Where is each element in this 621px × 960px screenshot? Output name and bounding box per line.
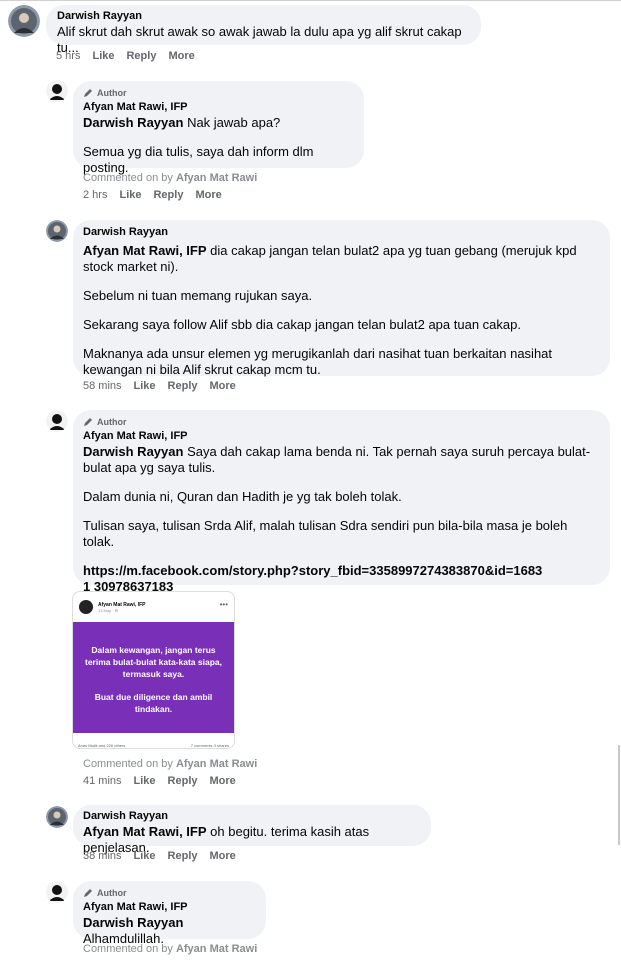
- comment-bubble-6: Author Afyan Mat Rawi, IFP Darwish Rayya…: [73, 881, 266, 946]
- comment-actions-1: 5 hrs Like Reply More: [56, 50, 195, 62]
- comment-bubble-4: Author Afyan Mat Rawi, IFP Darwish Rayya…: [73, 410, 610, 594]
- commenter-name[interactable]: Darwish Rayyan: [83, 810, 421, 822]
- pen-icon: [84, 418, 92, 426]
- timestamp[interactable]: 5 hrs: [56, 50, 80, 62]
- comment-actions-3: 58 mins Like Reply More: [83, 380, 236, 392]
- more-button[interactable]: More: [210, 775, 236, 787]
- scrollbar[interactable]: [618, 745, 620, 845]
- pen-icon: [84, 89, 92, 97]
- comment-actions-5: 38 mins Like Reply More: [83, 850, 236, 862]
- timestamp[interactable]: 58 mins: [83, 380, 122, 392]
- post-reactions: Anas Malik and 226 others: [78, 742, 126, 748]
- commenter-name[interactable]: Darwish Rayyan: [57, 10, 470, 22]
- commented-on-note: Commented on by Afyan Mat Rawi: [83, 758, 257, 770]
- comment-paragraph: Sebelum ni tuan memang rujukan saya.: [83, 288, 313, 303]
- post-line-2: Buat due diligence dan ambil tindakan.: [94, 692, 213, 714]
- author-badge: Author: [83, 888, 256, 898]
- reply-button[interactable]: Reply: [168, 850, 198, 862]
- comment-paragraph: Sekarang saya follow Alif sbb dia cakap …: [83, 317, 521, 332]
- like-button[interactable]: Like: [92, 50, 114, 62]
- comment-bubble-2: Author Afyan Mat Rawi, IFP Darwish Rayya…: [73, 81, 364, 175]
- author-badge-label: Author: [97, 88, 127, 98]
- like-button[interactable]: Like: [119, 189, 141, 201]
- reply-button[interactable]: Reply: [168, 775, 198, 787]
- more-options-icon: •••: [219, 600, 228, 609]
- avatar-afyan[interactable]: [46, 80, 68, 102]
- post-content: Dalam kewangan, jangan terus terima bula…: [73, 622, 234, 733]
- author-badge: Author: [83, 417, 600, 427]
- avatar-afyan[interactable]: [46, 881, 68, 903]
- mention[interactable]: Afyan Mat Rawi, IFP: [83, 824, 207, 839]
- more-button[interactable]: More: [210, 850, 236, 862]
- comment-body: Nak jawab apa?: [187, 115, 281, 130]
- more-button[interactable]: More: [210, 380, 236, 392]
- comment-actions-4: 41 mins Like Reply More: [83, 775, 236, 787]
- comment-bubble-1: Darwish Rayyan Alif skrut dah skrut awak…: [46, 5, 481, 55]
- commented-author[interactable]: Afyan Mat Rawi: [176, 758, 257, 770]
- author-badge-label: Author: [97, 417, 127, 427]
- avatar-afyan[interactable]: [46, 410, 68, 432]
- post-line-1: Dalam kewangan, jangan terus terima bula…: [85, 645, 222, 679]
- comment-paragraph: Maknanya ada unsur elemen yg merugikanla…: [83, 346, 553, 377]
- timestamp[interactable]: 38 mins: [83, 850, 122, 862]
- comment-bubble-3: Darwish Rayyan Afyan Mat Rawi, IFP dia c…: [73, 220, 610, 377]
- post-footer: Anas Malik and 226 others 7 comments 3 s…: [73, 733, 234, 748]
- reply-button[interactable]: Reply: [153, 189, 183, 201]
- top-divider: [0, 0, 621, 1]
- commented-prefix: Commented on by: [83, 758, 173, 770]
- commenter-name[interactable]: Afyan Mat Rawi, IFP: [83, 101, 354, 113]
- post-author: Afyan Mat Rawi, IFP: [98, 601, 146, 608]
- commented-on-note: Commented on by Afyan Mat Rawi: [83, 172, 257, 184]
- comment-text: Afyan Mat Rawi, IFP dia cakap jangan tel…: [83, 243, 600, 275]
- more-button[interactable]: More: [168, 50, 194, 62]
- mention[interactable]: Darwish Rayyan: [83, 915, 183, 930]
- author-badge: Author: [83, 88, 354, 98]
- commented-author[interactable]: Afyan Mat Rawi: [176, 943, 257, 955]
- post-avatar: [79, 600, 93, 614]
- reply-button[interactable]: Reply: [126, 50, 156, 62]
- comment-text: Darwish Rayyan Nak jawab apa?: [83, 115, 354, 131]
- mention[interactable]: Darwish Rayyan: [83, 444, 183, 459]
- shared-post-preview[interactable]: Afyan Mat Rawi, IFP 13 May · ⚙ ••• Dalam…: [72, 591, 235, 749]
- comment-text: Darwish Rayyan Saya dah cakap lama benda…: [83, 444, 600, 476]
- timestamp[interactable]: 41 mins: [83, 775, 122, 787]
- comment-actions-2: 2 hrs Like Reply More: [83, 189, 222, 201]
- commenter-name[interactable]: Darwish Rayyan: [83, 226, 600, 238]
- commenter-name[interactable]: Afyan Mat Rawi, IFP: [83, 901, 256, 913]
- comment-bubble-5: Darwish Rayyan Afyan Mat Rawi, IFP oh be…: [73, 805, 431, 855]
- avatar-darwish[interactable]: [46, 220, 68, 242]
- commenter-name[interactable]: Afyan Mat Rawi, IFP: [83, 430, 600, 442]
- pen-icon: [84, 889, 92, 897]
- avatar-darwish[interactable]: [8, 5, 40, 37]
- comment-paragraph: Dalam dunia ni, Quran dan Hadith je yg t…: [83, 489, 402, 504]
- commented-prefix: Commented on by: [83, 943, 173, 955]
- author-badge-label: Author: [97, 888, 127, 898]
- more-button[interactable]: More: [195, 189, 221, 201]
- comment-paragraph: Tulisan saya, tulisan Srda Alif, malah t…: [83, 518, 568, 549]
- mention[interactable]: Darwish Rayyan: [83, 115, 183, 130]
- timestamp[interactable]: 2 hrs: [83, 189, 107, 201]
- commented-author[interactable]: Afyan Mat Rawi: [176, 172, 257, 184]
- commented-prefix: Commented on by: [83, 172, 173, 184]
- post-meta: 13 May · ⚙: [98, 607, 119, 613]
- reply-button[interactable]: Reply: [168, 380, 198, 392]
- like-button[interactable]: Like: [134, 380, 156, 392]
- like-button[interactable]: Like: [134, 850, 156, 862]
- post-header: Afyan Mat Rawi, IFP 13 May · ⚙ •••: [73, 592, 234, 622]
- commented-on-note: Commented on by Afyan Mat Rawi: [83, 943, 257, 955]
- avatar-darwish[interactable]: [46, 806, 68, 828]
- post-counts: 7 comments 3 shares: [190, 742, 229, 748]
- like-button[interactable]: Like: [134, 775, 156, 787]
- mention[interactable]: Afyan Mat Rawi, IFP: [83, 243, 207, 258]
